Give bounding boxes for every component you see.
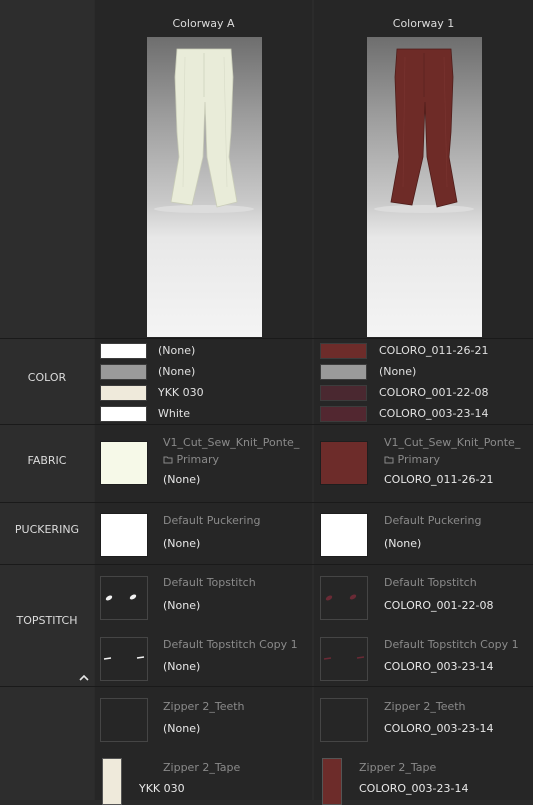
color-swatch-a-1[interactable] — [100, 343, 147, 359]
color-label-b-2: (None) — [379, 365, 417, 378]
color-label-b-1: COLORO_011-26-21 — [379, 344, 489, 357]
fabric-name-a: V1_Cut_Sew_Knit_Ponte_ — [163, 436, 300, 449]
section-label-fabric: FABRIC — [27, 454, 67, 467]
section-label-color: COLOR — [27, 371, 67, 384]
zipper-tape-name-b: Zipper 2_Tape — [359, 761, 437, 774]
zipper-teeth-thumb-b[interactable] — [320, 698, 368, 742]
stitch-icon — [323, 656, 365, 660]
zipper-tape-swatch-b[interactable] — [322, 758, 342, 805]
topstitch-name-b-2: Default Topstitch Copy 1 — [384, 638, 519, 651]
puckering-swatch-a[interactable] — [100, 513, 148, 557]
topstitch-name-a-1: Default Topstitch — [163, 576, 256, 589]
topstitch-value-a-1: (None) — [163, 599, 201, 612]
zipper-tape-value-a: YKK 030 — [139, 782, 185, 795]
topstitch-thumb-b-2[interactable] — [320, 637, 368, 681]
fabric-name-b: V1_Cut_Sew_Knit_Ponte_ — [384, 436, 521, 449]
color-swatch-b-3[interactable] — [320, 385, 367, 401]
color-swatch-b-4[interactable] — [320, 406, 367, 422]
puckering-name-a: Default Puckering — [163, 514, 261, 527]
color-label-b-4: COLORO_003-23-14 — [379, 407, 489, 420]
fabric-value-b: COLORO_011-26-21 — [384, 473, 494, 486]
section-label-puckering: PUCKERING — [14, 523, 80, 536]
color-swatch-a-3[interactable] — [100, 385, 147, 401]
topstitch-name-a-2: Default Topstitch Copy 1 — [163, 638, 298, 651]
zipper-teeth-name-b: Zipper 2_Teeth — [384, 700, 466, 713]
color-swatch-b-1[interactable] — [320, 343, 367, 359]
zipper-teeth-thumb-a[interactable] — [100, 698, 148, 742]
topstitch-value-b-2: COLORO_003-23-14 — [384, 660, 494, 673]
separator — [0, 686, 533, 687]
puckering-swatch-b[interactable] — [320, 513, 368, 557]
color-swatch-a-4[interactable] — [100, 406, 147, 422]
color-label-a-4: White — [158, 407, 190, 420]
chevron-up-icon[interactable] — [78, 673, 90, 683]
puckering-value-a: (None) — [163, 537, 201, 550]
fabric-tag-label-a: Primary — [176, 453, 220, 466]
puckering-name-b: Default Puckering — [384, 514, 482, 527]
zipper-teeth-value-b: COLORO_003-23-14 — [384, 722, 494, 735]
topstitch-value-b-1: COLORO_001-22-08 — [384, 599, 494, 612]
color-label-b-3: COLORO_001-22-08 — [379, 386, 489, 399]
fabric-value-a: (None) — [163, 473, 201, 486]
separator — [0, 502, 533, 503]
colorway-a-title[interactable]: Colorway A — [95, 17, 312, 30]
topstitch-thumb-a-1[interactable] — [100, 576, 148, 620]
stitch-icon — [325, 594, 357, 601]
folder-icon — [163, 454, 173, 467]
folder-icon — [384, 454, 394, 467]
pants-image-a — [154, 48, 254, 213]
separator — [0, 564, 533, 565]
topstitch-name-b-1: Default Topstitch — [384, 576, 477, 589]
fabric-swatch-a[interactable] — [100, 441, 148, 485]
garment-preview-a[interactable] — [147, 37, 262, 337]
topstitch-thumb-a-2[interactable] — [100, 637, 148, 681]
topstitch-thumb-b-1[interactable] — [320, 576, 368, 620]
topstitch-value-a-2: (None) — [163, 660, 201, 673]
color-label-a-1: (None) — [158, 344, 196, 357]
section-label-topstitch: TOPSTITCH — [16, 614, 78, 627]
garment-preview-1[interactable] — [367, 37, 482, 337]
stitch-icon — [105, 594, 137, 601]
separator — [0, 338, 533, 339]
color-label-a-3: YKK 030 — [158, 386, 204, 399]
zipper-teeth-name-a: Zipper 2_Teeth — [163, 700, 245, 713]
puckering-value-b: (None) — [384, 537, 422, 550]
zipper-tape-swatch-a[interactable] — [102, 758, 122, 805]
fabric-tag-a: Primary — [163, 453, 219, 467]
colorway-1-title[interactable]: Colorway 1 — [314, 17, 533, 30]
stitch-icon — [103, 656, 145, 660]
color-label-a-2: (None) — [158, 365, 196, 378]
separator — [0, 424, 533, 425]
pants-image-1 — [374, 48, 474, 213]
zipper-tape-name-a: Zipper 2_Tape — [163, 761, 241, 774]
fabric-swatch-b[interactable] — [320, 441, 368, 485]
color-swatch-a-2[interactable] — [100, 364, 147, 380]
fabric-tag-b: Primary — [384, 453, 440, 467]
zipper-tape-value-b: COLORO_003-23-14 — [359, 782, 469, 795]
zipper-teeth-value-a: (None) — [163, 722, 201, 735]
fabric-tag-label-b: Primary — [397, 453, 441, 466]
color-swatch-b-2[interactable] — [320, 364, 367, 380]
